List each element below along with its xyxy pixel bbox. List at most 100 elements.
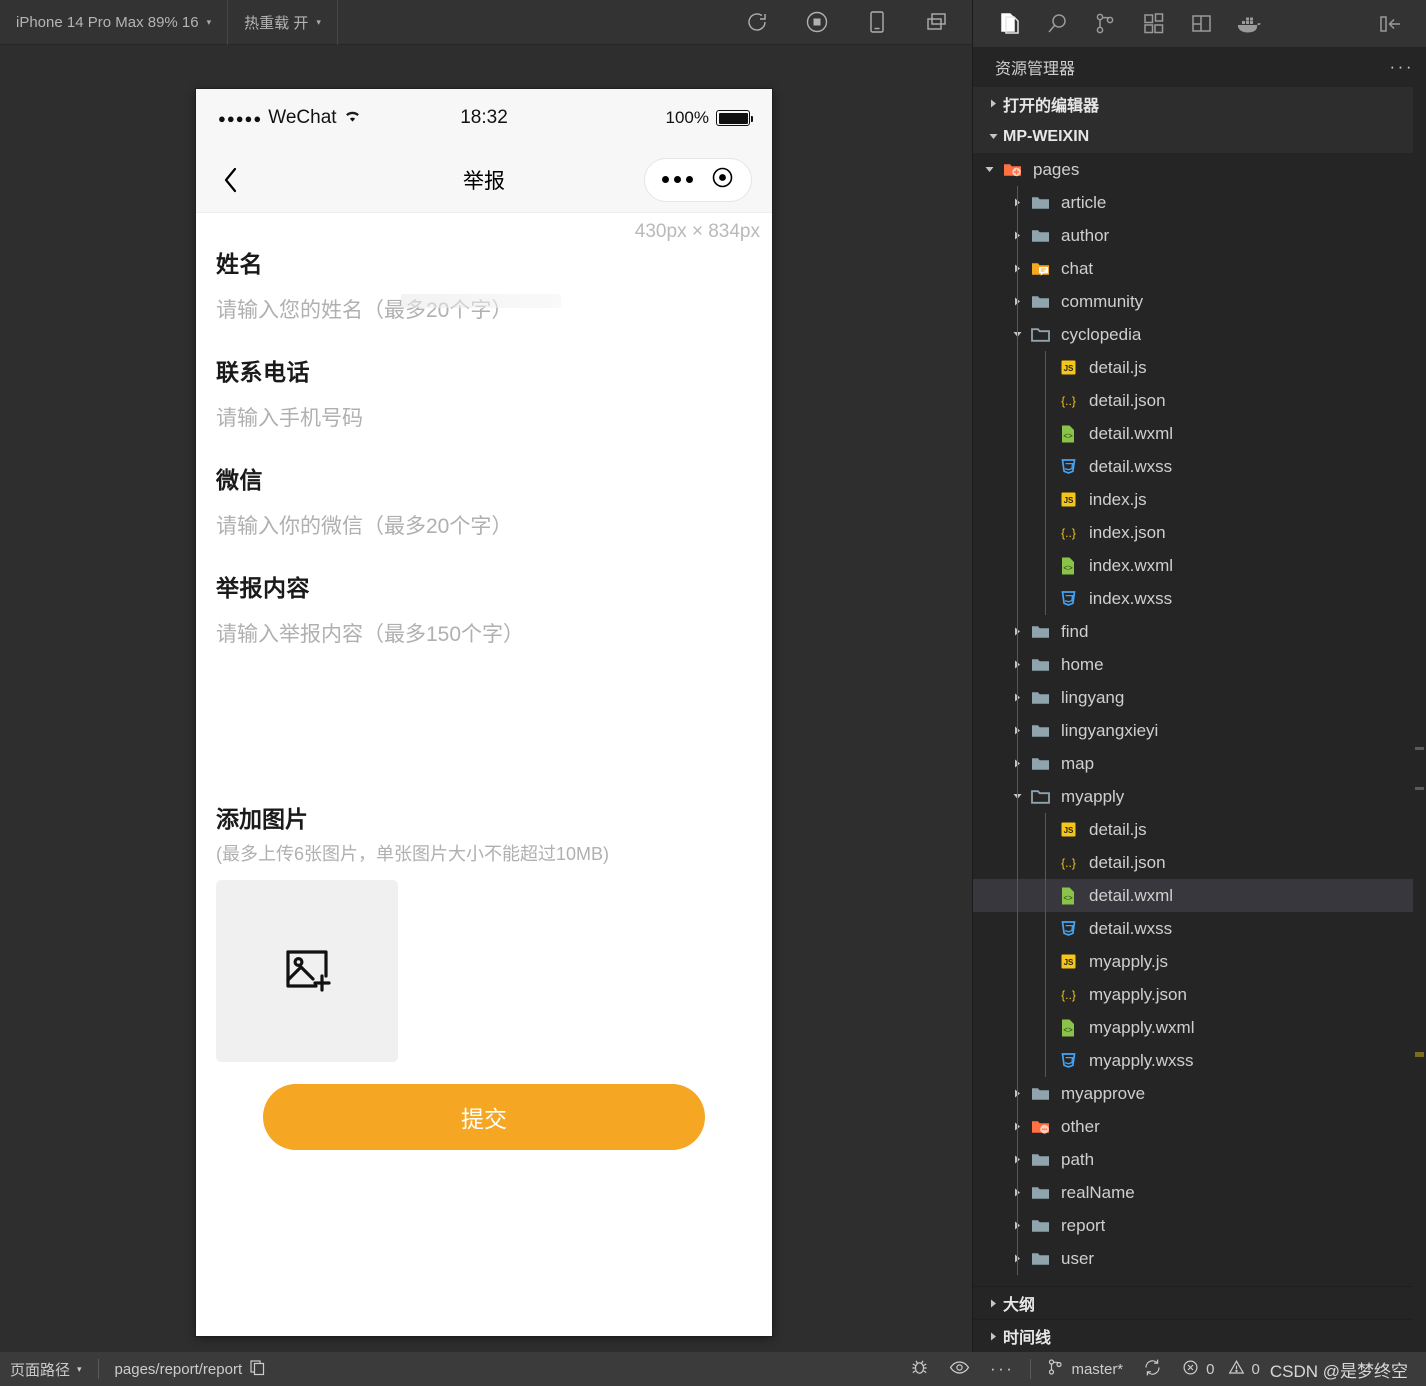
tree-file-index-wxml[interactable]: <> index.wxml — [973, 549, 1426, 582]
tree-file-myapply-js[interactable]: JS myapply.js — [973, 945, 1426, 978]
indent-guide — [1017, 615, 1018, 648]
tree-folder-report[interactable]: report — [973, 1209, 1426, 1242]
tree-file-detail-json[interactable]: {..} detail.json — [973, 846, 1426, 879]
ellipsis-icon[interactable]: ··· — [1390, 57, 1414, 77]
sync-button[interactable] — [1133, 1352, 1172, 1386]
indent-guide — [1017, 681, 1018, 714]
report-content-textarea[interactable]: 请输入举报内容（最多150个字） — [216, 607, 752, 782]
tree-file-detail-wxss[interactable]: detail.wxss — [973, 450, 1426, 483]
wechat-capsule[interactable] — [644, 157, 752, 202]
device-selector[interactable]: iPhone 14 Pro Max 89% 16 ▾ — [0, 0, 229, 45]
tree-folder-user[interactable]: user — [973, 1242, 1426, 1275]
tree-folder-cyclopedia[interactable]: cyclopedia — [973, 318, 1426, 351]
phone-input[interactable]: 请输入手机号码 — [216, 391, 752, 445]
section-open-editors[interactable]: 打开的编辑器 — [973, 87, 1426, 120]
collapse-panel-icon[interactable] — [1366, 0, 1414, 47]
tree-file-detail-json[interactable]: {..} detail.json — [973, 384, 1426, 417]
debug-button[interactable] — [900, 1352, 939, 1386]
tree-folder-lingyangxieyi[interactable]: lingyangxieyi — [973, 714, 1426, 747]
tree-folder-community[interactable]: community — [973, 285, 1426, 318]
tree-file-detail-js[interactable]: JS detail.js — [973, 813, 1426, 846]
tree-folder-lingyang[interactable]: lingyang — [973, 681, 1426, 714]
stop-record-icon[interactable] — [804, 9, 830, 35]
tree-file-myapply-wxss[interactable]: myapply.wxss — [973, 1044, 1426, 1077]
wxml-file-icon: <> — [1055, 886, 1081, 906]
wechat-input[interactable]: 请输入你的微信（最多20个字） — [216, 499, 752, 553]
target-icon[interactable] — [711, 166, 734, 194]
tree-folder-author[interactable]: author — [973, 219, 1426, 252]
hot-reload-selector[interactable]: 热重载 开 ▾ — [228, 0, 338, 45]
tree-folder-myapprove[interactable]: myapprove — [973, 1077, 1426, 1110]
section-workspace[interactable]: MP-WEIXIN — [973, 120, 1426, 153]
tree-item-label: find — [1061, 621, 1089, 641]
tree-file-index-wxss[interactable]: index.wxss — [973, 582, 1426, 615]
indent-guide — [1045, 582, 1046, 615]
indent-guide — [1045, 978, 1046, 1011]
tree-folder-realName[interactable]: realName — [973, 1176, 1426, 1209]
folder-icon — [1027, 688, 1053, 708]
hot-reload-label: 热重载 开 — [244, 14, 309, 32]
name-input[interactable]: 请输入您的姓名（最多20个字） — [216, 283, 752, 337]
explorer-icon[interactable] — [985, 0, 1033, 47]
wxml-file-icon: <> — [1055, 1018, 1081, 1038]
signal-dots-icon: ●●●●● — [218, 110, 263, 126]
phone-status-bar: ●●●●● WeChat 18:32 100% — [196, 89, 772, 147]
section-timeline[interactable]: 时间线 — [973, 1319, 1426, 1352]
tree-folder-path[interactable]: path — [973, 1143, 1426, 1176]
tree-folder-home[interactable]: home — [973, 648, 1426, 681]
indent-guide — [1017, 450, 1018, 483]
tree-file-myapply-wxml[interactable]: <> myapply.wxml — [973, 1011, 1426, 1044]
more-dots-icon[interactable] — [662, 176, 693, 183]
indent-guide — [1017, 417, 1018, 450]
refresh-icon[interactable] — [744, 9, 770, 35]
json-file-icon: {..} — [1055, 985, 1081, 1005]
upload-section-title: 添加图片 — [216, 806, 308, 832]
add-image-button[interactable] — [216, 880, 398, 1062]
tree-file-detail-js[interactable]: JS detail.js — [973, 351, 1426, 384]
tree-item-label: detail.js — [1089, 819, 1147, 839]
indent-guide — [1017, 1044, 1018, 1077]
tree-folder-map[interactable]: map — [973, 747, 1426, 780]
tree-file-myapply-json[interactable]: {..} myapply.json — [973, 978, 1426, 1011]
search-icon[interactable] — [1033, 0, 1081, 47]
window-icon[interactable] — [924, 9, 950, 35]
explorer-scrollbar[interactable] — [1413, 47, 1426, 1352]
wxss-file-icon — [1055, 1051, 1081, 1071]
file-tree: pages article author chat community cyclopedi… — [973, 153, 1426, 1275]
extensions-icon[interactable] — [1129, 0, 1177, 47]
layout-icon[interactable] — [1177, 0, 1225, 47]
device-icon[interactable] — [864, 9, 890, 35]
error-circle-icon — [1182, 1359, 1199, 1380]
tree-item-label: path — [1061, 1149, 1095, 1169]
status-more-button[interactable]: ··· — [980, 1352, 1024, 1386]
page-path-selector[interactable]: 页面路径 ▾ — [0, 1352, 92, 1386]
indent-guide — [1045, 846, 1046, 879]
source-control-icon[interactable] — [1081, 0, 1129, 47]
preview-button[interactable] — [939, 1352, 980, 1386]
tree-file-detail-wxml[interactable]: <> detail.wxml — [973, 879, 1426, 912]
tree-folder-pages[interactable]: pages — [973, 153, 1426, 186]
tree-folder-article[interactable]: article — [973, 186, 1426, 219]
section-outline[interactable]: 大纲 — [973, 1286, 1426, 1319]
tree-item-label: myapprove — [1061, 1083, 1146, 1103]
chevron-left-icon[interactable] — [216, 165, 246, 195]
folder-icon — [1027, 754, 1053, 774]
submit-button[interactable]: 提交 — [263, 1084, 705, 1150]
tree-file-detail-wxss[interactable]: detail.wxss — [973, 912, 1426, 945]
git-branch-item[interactable]: master* — [1037, 1352, 1133, 1386]
scrolled-content-ghost — [401, 294, 561, 308]
tree-folder-other[interactable]: other — [973, 1110, 1426, 1143]
tree-file-index-js[interactable]: JS index.js — [973, 483, 1426, 516]
tree-folder-chat[interactable]: chat — [973, 252, 1426, 285]
problems-button[interactable]: 0 0 — [1172, 1352, 1270, 1386]
tree-file-index-json[interactable]: {..} index.json — [973, 516, 1426, 549]
tree-file-detail-wxml[interactable]: <> detail.wxml — [973, 417, 1426, 450]
tree-folder-find[interactable]: find — [973, 615, 1426, 648]
page-path-value-item[interactable]: pages/report/report — [105, 1352, 277, 1386]
svg-text:<>: <> — [1063, 432, 1073, 441]
tree-folder-myapply[interactable]: myapply — [973, 780, 1426, 813]
indent-guide — [1017, 1077, 1018, 1110]
copy-icon[interactable] — [249, 1359, 266, 1380]
docker-icon[interactable] — [1225, 0, 1273, 47]
